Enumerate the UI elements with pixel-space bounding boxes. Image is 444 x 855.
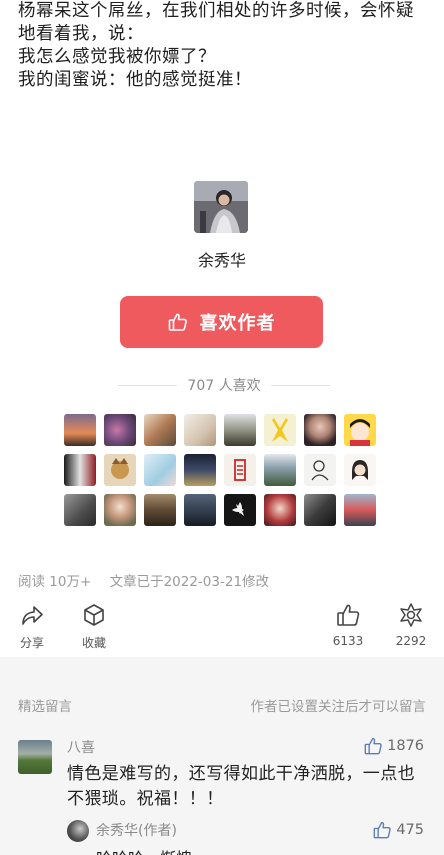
favorite-label: 收藏 bbox=[81, 636, 106, 650]
liker-avatar[interactable] bbox=[304, 494, 336, 526]
liker-avatar[interactable] bbox=[224, 454, 256, 486]
edited-date: 文章已于2022-03-21修改 bbox=[109, 574, 270, 590]
author-name[interactable]: 余秀华 bbox=[0, 247, 444, 271]
liker-avatar[interactable] bbox=[184, 494, 216, 526]
liker-avatar[interactable] bbox=[264, 494, 296, 526]
comment-permission-note: 作者已设置关注后才可以留言 bbox=[250, 699, 427, 715]
commenter-avatar[interactable] bbox=[18, 740, 52, 774]
author-reply-name[interactable]: 余秀华(作者) bbox=[96, 820, 177, 840]
liker-avatar[interactable] bbox=[224, 494, 256, 526]
article-meta: 阅读 10万+ 文章已于2022-03-21修改 bbox=[18, 570, 283, 590]
liker-avatar[interactable] bbox=[144, 414, 176, 446]
divider bbox=[118, 384, 178, 386]
article-line: 我怎么感觉我被你嫖了？ bbox=[18, 47, 216, 67]
comments-header: 精选留言 作者已设置关注后才可以留言 bbox=[18, 695, 426, 715]
liker-avatar[interactable] bbox=[304, 454, 336, 486]
like-author-label: 喜欢作者 bbox=[199, 313, 276, 334]
liker-avatar[interactable] bbox=[264, 454, 296, 486]
divider bbox=[270, 384, 331, 386]
liker-avatar[interactable] bbox=[344, 494, 376, 526]
reply-like-count: 475 bbox=[396, 822, 424, 838]
liker-avatar[interactable] bbox=[344, 454, 376, 486]
article-line: 杨幂呆这个屌丝，在我们相处的许多时候，会怀疑 bbox=[18, 1, 414, 21]
share-label: 分享 bbox=[19, 636, 44, 650]
author-reply-text: 哈哈哈，惭愧 bbox=[96, 845, 192, 855]
liker-avatar[interactable] bbox=[104, 454, 136, 486]
liker-avatar[interactable] bbox=[104, 414, 136, 446]
liker-avatar[interactable] bbox=[304, 414, 336, 446]
thumbs-up-icon bbox=[364, 737, 382, 755]
comment-like-button[interactable]: 1876 bbox=[363, 736, 424, 756]
liker-avatar[interactable] bbox=[144, 454, 176, 486]
share-button[interactable]: 分享 bbox=[10, 602, 54, 651]
liker-avatar[interactable] bbox=[104, 494, 136, 526]
liker-avatar[interactable] bbox=[184, 414, 216, 446]
like-author-button[interactable]: 喜欢作者 bbox=[120, 296, 323, 348]
cube-icon bbox=[84, 604, 104, 626]
article-line: 我的闺蜜说：他的感觉挺准！ bbox=[18, 70, 252, 90]
comment-text: 情色是难写的，还写得如此干净洒脱，一点也不猥琐。祝福！！！ bbox=[67, 764, 415, 809]
liker-avatar[interactable] bbox=[64, 494, 96, 526]
like-count: 6133 bbox=[332, 634, 364, 648]
article-body: 杨幂呆这个屌丝，在我们相处的许多时候，会怀疑 地看着我，说： 我怎么感觉我被你嫖… bbox=[18, 0, 428, 110]
read-count: 阅读 10万+ bbox=[18, 574, 92, 590]
liker-avatar[interactable] bbox=[344, 414, 376, 446]
favorite-button[interactable]: 收藏 bbox=[72, 602, 116, 651]
like-button[interactable]: 6133 bbox=[326, 602, 370, 648]
likes-count: 707 人喜欢 bbox=[187, 378, 261, 394]
wow-count: 2292 bbox=[395, 634, 427, 648]
thumbs-up-icon bbox=[337, 604, 360, 626]
featured-comments-title: 精选留言 bbox=[18, 699, 72, 715]
comment-like-count: 1876 bbox=[387, 738, 424, 754]
liker-avatar[interactable] bbox=[64, 454, 96, 486]
commenter-name[interactable]: 八喜 bbox=[67, 737, 95, 757]
star-burst-icon bbox=[400, 603, 422, 627]
comments-section: 精选留言 作者已设置关注后才可以留言 八喜 1876 情色是难写的，还写得如此干… bbox=[0, 657, 444, 855]
liker-avatar[interactable] bbox=[64, 414, 96, 446]
thumbs-up-icon bbox=[168, 313, 187, 331]
share-icon bbox=[22, 606, 43, 625]
liker-avatar[interactable] bbox=[144, 494, 176, 526]
author-reply-avatar[interactable] bbox=[67, 820, 89, 842]
thumbs-up-icon bbox=[373, 821, 392, 839]
liker-avatar[interactable] bbox=[184, 454, 216, 486]
liker-avatar[interactable] bbox=[224, 414, 256, 446]
liker-avatar[interactable] bbox=[264, 414, 296, 446]
wow-button[interactable]: 2292 bbox=[389, 602, 433, 648]
likes-count-row: 707 人喜欢 bbox=[118, 375, 331, 395]
article-line: 地看着我，说： bbox=[18, 24, 144, 44]
reply-like-button[interactable]: 475 bbox=[372, 820, 424, 840]
author-avatar[interactable] bbox=[194, 181, 248, 233]
